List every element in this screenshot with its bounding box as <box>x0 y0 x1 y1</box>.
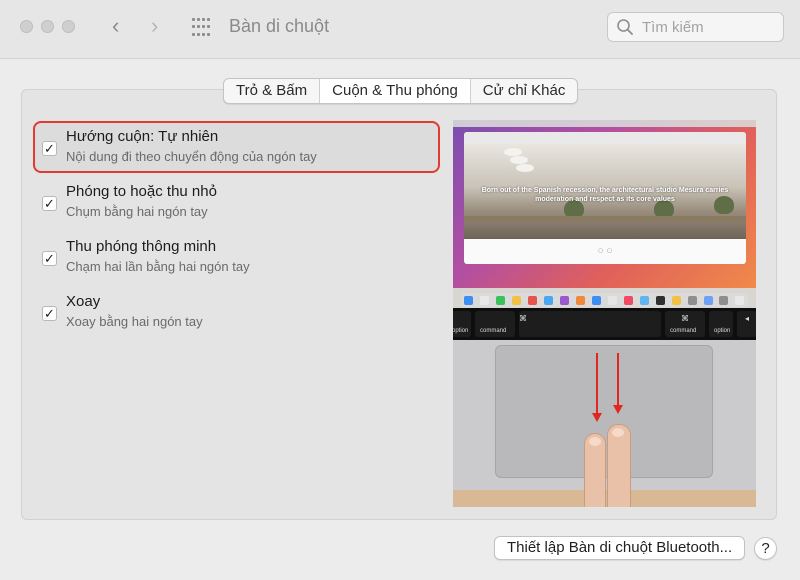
close-window-button[interactable] <box>20 20 33 33</box>
window-title: Bàn di chuột <box>229 16 330 36</box>
zoom-in-out-checkbox[interactable]: ✓ <box>42 196 57 211</box>
rotate-checkbox[interactable]: ✓ <box>42 306 57 321</box>
option-zoom-in-out[interactable]: ✓ Phóng to hoặc thu nhỏ Chụm bằng hai ng… <box>33 176 440 228</box>
tab-more-gestures[interactable]: Cử chỉ Khác <box>471 79 578 103</box>
forward-button[interactable]: › <box>151 14 158 38</box>
show-all-grid-icon[interactable] <box>192 18 212 38</box>
finger-right <box>607 424 631 507</box>
option-title: Hướng cuộn: Tự nhiên <box>66 128 219 145</box>
zoom-window-button[interactable] <box>62 20 75 33</box>
finger-left <box>584 433 606 507</box>
tab-bar: Trỏ & Bấm Cuộn & Thu phóng Cử chỉ Khác <box>223 78 579 104</box>
option-title: Thu phóng thông minh <box>66 238 217 255</box>
option-rotate[interactable]: ✓ Xoay Xoay bằng hai ngón tay <box>33 286 440 338</box>
option-scroll-direction[interactable]: ✓ Hướng cuộn: Tự nhiên Nội dung đi theo … <box>33 121 440 173</box>
option-subtitle: Xoay bằng hai ngón tay <box>66 314 203 329</box>
tab-point-click[interactable]: Trỏ & Bấm <box>224 79 321 103</box>
minimize-window-button[interactable] <box>41 20 54 33</box>
option-subtitle: Chạm hai lần bằng hai ngón tay <box>66 259 250 274</box>
arrow-down-icon <box>596 353 598 415</box>
keyboard-image: option command ⌘ ⌘ command option ◂ <box>453 308 756 340</box>
menu-bar <box>453 120 756 127</box>
gesture-illustration: Born out of the Spanish recession, the a… <box>453 120 756 507</box>
option-title: Xoay <box>66 293 101 310</box>
option-title: Phóng to hoặc thu nhỏ <box>66 183 217 200</box>
search-field[interactable]: Tìm kiếm <box>607 12 784 42</box>
dock <box>461 293 748 307</box>
help-button[interactable]: ? <box>754 537 777 560</box>
arrow-down-icon <box>617 353 619 407</box>
smart-zoom-checkbox[interactable]: ✓ <box>42 251 57 266</box>
search-placeholder: Tìm kiếm <box>642 19 704 36</box>
option-subtitle: Chụm bằng hai ngón tay <box>66 204 208 219</box>
illustration-caption: Born out of the Spanish recession, the a… <box>481 187 729 203</box>
option-subtitle: Nội dung đi theo chuyển động của ngón ta… <box>66 149 317 164</box>
browser-window-image: Born out of the Spanish recession, the a… <box>464 132 746 264</box>
scroll-direction-checkbox[interactable]: ✓ <box>42 141 57 156</box>
option-smart-zoom[interactable]: ✓ Thu phóng thông minh Chạm hai lần bằng… <box>33 231 440 283</box>
bluetooth-trackpad-setup-button[interactable]: Thiết lập Bàn di chuột Bluetooth... <box>494 536 746 560</box>
search-icon <box>617 19 633 35</box>
back-button[interactable]: ‹ <box>112 14 119 38</box>
title-bar: ‹ › Bàn di chuột Tìm kiếm <box>0 0 800 59</box>
tab-scroll-zoom[interactable]: Cuộn & Thu phóng <box>320 79 471 103</box>
